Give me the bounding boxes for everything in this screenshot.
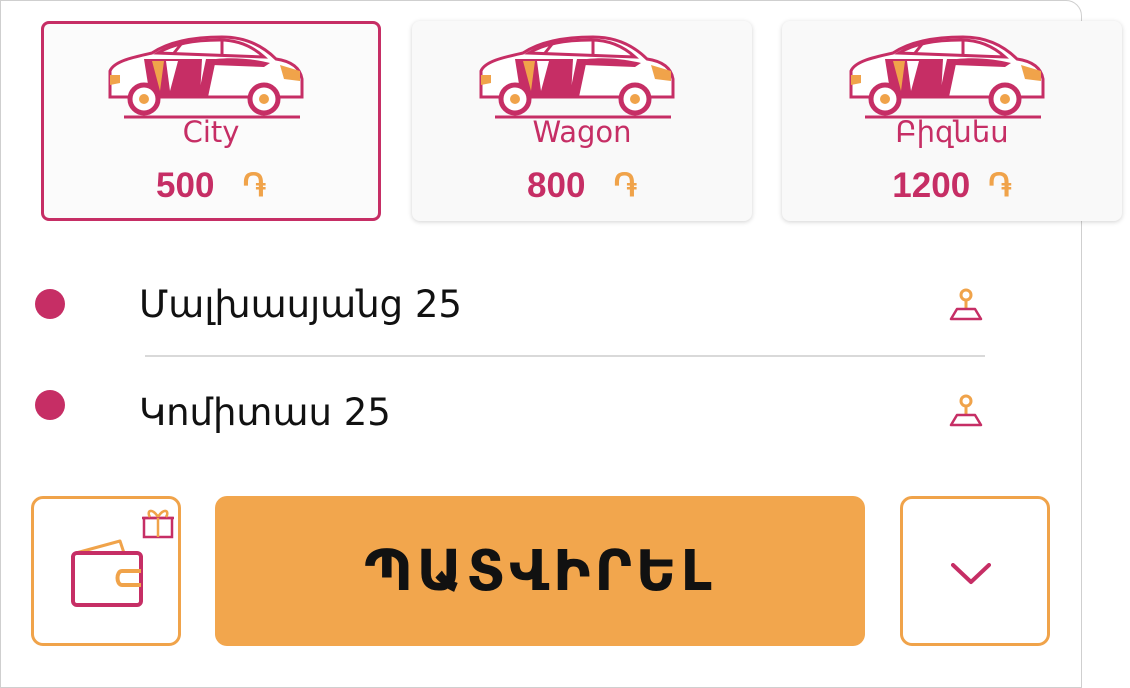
wallet-icon xyxy=(71,539,143,607)
more-options-button[interactable] xyxy=(900,496,1050,646)
map-pin-icon[interactable] xyxy=(948,287,984,323)
order-button[interactable]: ՊԱՏՎԻՐԵԼ xyxy=(215,496,865,646)
route-to-dot xyxy=(35,390,65,420)
tariff-card-city[interactable]: City 500 ֏ xyxy=(41,21,381,221)
gift-icon xyxy=(142,509,174,539)
order-panel: City 500 ֏ Wagon 800 ֏ Բիզնես 1200 ֏ Մալ… xyxy=(0,0,1122,688)
car-icon xyxy=(849,35,1045,119)
dram-icon: ֏ xyxy=(988,167,1012,203)
tariff-price: 1200 ֏ xyxy=(782,166,1122,206)
tariff-price: 800 ֏ xyxy=(412,166,752,206)
dram-icon: ֏ xyxy=(613,167,637,203)
route-to-address[interactable]: Կոմիտաս 25 xyxy=(139,391,391,434)
dram-icon: ֏ xyxy=(242,167,266,203)
price-value: 800 xyxy=(527,166,586,205)
payment-method-button[interactable] xyxy=(31,496,181,646)
route-divider xyxy=(145,355,985,357)
tariff-name: City xyxy=(182,115,240,149)
route-from-dot xyxy=(35,289,65,319)
tariff-name: Wagon xyxy=(532,115,632,149)
tariff-card-business[interactable]: Բիզնես 1200 ֏ xyxy=(782,21,1122,221)
tariff-price: 500 ֏ xyxy=(44,166,378,206)
tariff-card-wagon[interactable]: Wagon 800 ֏ xyxy=(412,21,752,221)
route-from-address[interactable]: Մալխասյանց 25 xyxy=(139,283,462,326)
tariff-name: Բիզնես xyxy=(895,115,1009,149)
map-pin-icon[interactable] xyxy=(948,393,984,429)
price-value: 500 xyxy=(156,166,215,205)
car-icon xyxy=(108,35,304,119)
price-value: 1200 xyxy=(892,166,971,205)
car-icon xyxy=(479,35,675,119)
chevron-down-icon xyxy=(951,563,991,584)
